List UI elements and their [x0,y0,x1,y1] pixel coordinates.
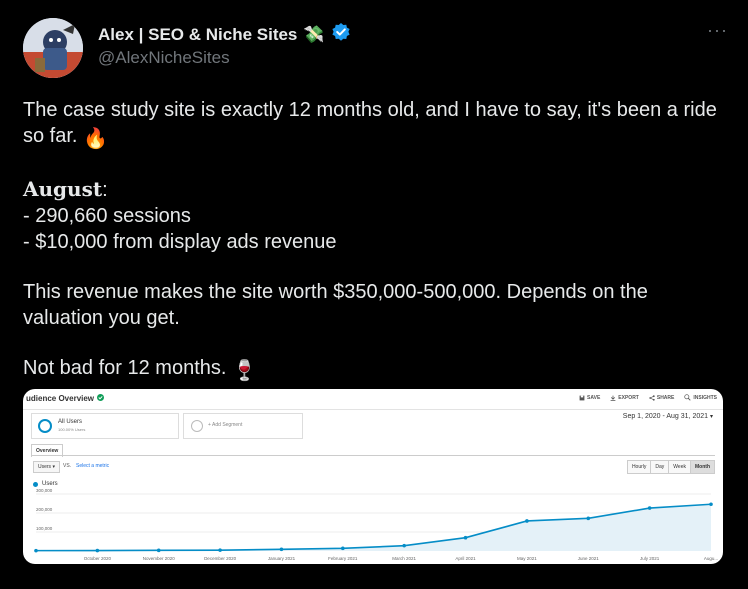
x-tick-label: June 2021 [578,556,600,561]
tweet: Alex | SEO & Niche Sites 💸 @AlexNicheSit… [0,0,748,589]
week-button[interactable]: Week [668,460,691,474]
users-data-point[interactable] [402,543,406,548]
month-button[interactable]: Month [690,460,715,474]
segment-all-users-label: All Users [58,419,83,425]
segment-all-users-sub: 100.00% Users [58,427,86,432]
tweet-line-1-text: The case study site is exactly 12 months… [23,99,717,147]
x-tick-label: July 2021 [640,556,660,561]
y-tick-label: 200,000 [36,507,53,512]
chevron-down-icon: ▾ [52,464,55,470]
author-name[interactable]: Alex | SEO & Niche Sites [98,25,297,45]
analytics-title-text: udience Overview [26,394,95,403]
x-tick-label: February 2021 [328,556,358,561]
users-data-point[interactable] [218,548,222,552]
author-row: Alex | SEO & Niche Sites 💸 [98,22,351,47]
time-granularity-buttons: Hourly Day Week Month [626,460,715,474]
x-tick-label: October 2020 [84,556,112,561]
insights-action[interactable]: INSIGHTS [684,394,717,401]
x-tick-label: April 2021 [455,556,476,561]
legend-dot-icon [33,481,38,487]
date-range-picker[interactable]: Sep 1, 2020 - Aug 31, 2021 ▾ [623,413,713,420]
users-area-fill [36,504,711,551]
users-data-point[interactable] [586,516,591,521]
legend-label: Users [42,481,58,487]
export-label: EXPORT [618,394,639,401]
users-data-point[interactable] [95,548,100,553]
hourly-button[interactable]: Hourly [626,460,652,474]
bullet-sessions: - 290,660 sessions [23,205,191,227]
users-data-point[interactable] [525,519,529,523]
save-action[interactable]: SAVE [579,394,600,401]
analytics-header: udience Overview SAVE EXPORT SHARE INSIG… [23,389,723,410]
tweet-line-1: The case study site is exactly 12 months… [23,97,733,152]
analytics-title: udience Overview [26,394,105,403]
month-heading-colon: : [102,179,108,201]
valuation-line: This revenue makes the site worth $350,0… [23,281,648,329]
date-range-text: Sep 1, 2020 - Aug 31, 2021 [622,413,709,420]
x-tick-label: December 2020 [204,556,237,561]
export-action[interactable]: EXPORT [610,394,639,401]
segment-all-users[interactable]: All Users 100.00% Users [31,413,179,439]
analytics-screenshot[interactable]: udience Overview SAVE EXPORT SHARE INSIG… [23,389,723,564]
analytics-actions: SAVE EXPORT SHARE INSIGHTS [579,394,717,401]
metric-select[interactable]: Users ▾ [33,461,60,473]
final-line-text: Not bad for 12 months. [23,357,227,379]
tweet-text: The case study site is exactly 12 months… [23,97,733,384]
x-tick-label: November 2020 [143,556,176,561]
author-handle[interactable]: @AlexNicheSites [98,48,230,68]
x-tick-label: Augu... [704,556,718,561]
save-icon [579,395,585,400]
x-tick-label: January 2021 [268,556,296,561]
users-data-point[interactable] [156,548,161,553]
x-tick-label: May 2021 [517,556,537,561]
tab-divider [31,455,715,456]
avatar[interactable] [23,18,83,78]
avatar-image [23,18,83,78]
add-segment-button[interactable]: + Add Segment [183,413,303,439]
share-action[interactable]: SHARE [649,394,675,401]
export-icon [610,395,616,401]
month-heading-text: August [23,177,103,201]
users-data-point[interactable] [279,547,284,552]
verified-badge-icon [331,22,351,47]
chevron-down-icon: ▾ [709,414,713,420]
chart-legend: Users [33,481,58,487]
day-button[interactable]: Day [650,460,670,474]
final-line: Not bad for 12 months. 🍷 [23,355,733,384]
users-data-point[interactable] [463,535,468,540]
users-data-point[interactable] [709,502,713,507]
bullet-revenue: - $10,000 from display ads revenue [23,231,337,253]
x-tick-label: March 2021 [392,556,416,561]
insights-icon [684,394,691,401]
month-heading: August: [23,176,733,203]
vs-label: VS. [63,463,72,469]
users-data-point[interactable] [647,506,652,510]
money-emoji-icon: 💸 [303,24,325,44]
segment-circle-icon [38,419,52,433]
wine-glass-emoji-icon: 🍷 [232,360,257,382]
add-segment-label: + Add Segment [208,422,243,428]
users-data-point[interactable] [34,548,38,553]
insights-label: INSIGHTS [693,394,717,401]
select-metric-link[interactable]: Select a metric [76,463,109,469]
y-tick-label: 100,000 [36,526,53,531]
verified-check-icon [97,394,105,403]
add-segment-circle-icon [191,420,203,432]
share-icon [649,394,655,401]
fire-emoji-icon: 🔥 [83,128,108,150]
save-label: SAVE [587,394,601,401]
share-label: SHARE [656,394,675,401]
metric-select-label: Users [38,464,52,470]
users-area-chart[interactable]: 100,000 200,000 300,000 October 2020 Novembe… [23,489,723,564]
more-options-icon[interactable]: ··· [707,20,728,41]
users-data-point[interactable] [341,546,345,551]
y-tick-label: 300,000 [36,489,53,493]
